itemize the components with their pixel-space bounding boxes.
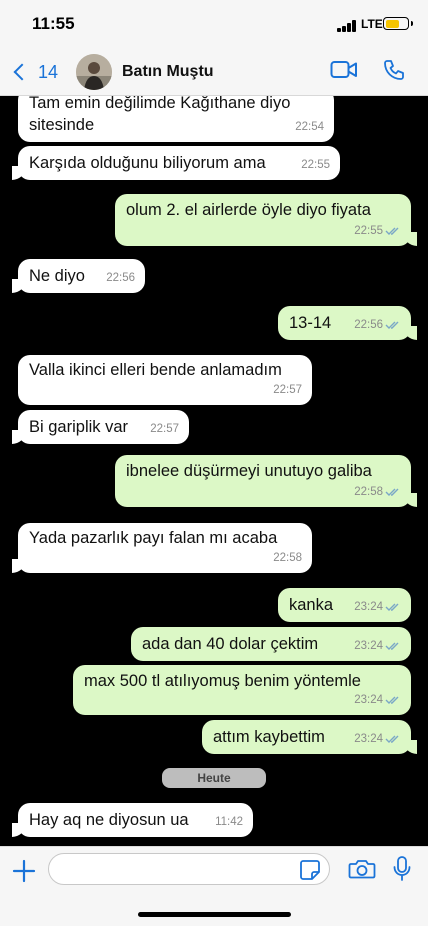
back-button[interactable]: 14 [10, 58, 58, 86]
network-label: LTE [361, 17, 383, 31]
message-time: 22:54 [295, 121, 324, 133]
message-text: Tam emin değilimde Kağıthane diyo sitesi… [29, 94, 291, 134]
status-time: 11:55 [32, 14, 75, 33]
message-time: 22:55 [354, 225, 383, 237]
message-bubble-outgoing[interactable]: kanka 23:24 [278, 588, 411, 622]
home-indicator [138, 912, 291, 917]
contact-name[interactable]: Batın Muştu [122, 63, 214, 81]
battery-icon [383, 17, 413, 30]
read-receipt-icon [385, 642, 399, 650]
message-time: 11:42 [215, 816, 243, 828]
message-bubble-incoming[interactable]: Ne diyo 22:56 [12, 259, 145, 293]
message-bubble-incoming[interactable]: Bi gariplik var 22:57 [12, 410, 189, 444]
read-receipt-icon [385, 227, 399, 235]
message-bubble-outgoing[interactable]: max 500 tl atılıyomuş benim yöntemle 23:… [73, 665, 411, 715]
message-bubble-incoming[interactable]: Yada pazarlık payı falan mı acaba 22:58 [12, 523, 312, 573]
read-receipt-icon [385, 488, 399, 496]
message-text: attım kaybettim [213, 728, 325, 746]
avatar[interactable] [76, 54, 112, 90]
message-bubble-outgoing[interactable]: attım kaybettim 23:24 [202, 720, 417, 754]
message-text: Bi gariplik var [29, 418, 129, 436]
message-time: 23:24 [354, 694, 383, 706]
plus-icon[interactable] [12, 859, 36, 883]
message-text: Ne diyo [29, 267, 85, 285]
message-time: 22:57 [273, 384, 302, 396]
message-time: 23:24 [354, 640, 383, 652]
message-time: 22:56 [354, 319, 383, 331]
message-time: 23:24 [354, 733, 383, 745]
read-receipt-icon [385, 321, 399, 329]
chat-area[interactable]: Tam emin değilimde Kağıthane diyo sitesi… [0, 88, 428, 846]
message-bubble-incoming[interactable]: Valla ikinci elleri bende anlamadım 22:5… [18, 355, 312, 405]
message-bubble-incoming[interactable]: Karşıda olduğunu biliyorum ama 22:55 [12, 146, 340, 180]
message-time: 22:55 [301, 159, 330, 171]
camera-icon[interactable] [348, 857, 376, 881]
message-bubble-incoming[interactable]: Hay aq ne diyosun ua 11:42 [12, 803, 253, 837]
date-divider: Heute [162, 768, 266, 788]
message-text: Hay aq ne diyosun ua [29, 811, 189, 829]
message-text: ibnelee düşürmeyi unutuyo galiba [126, 462, 372, 480]
message-time: 22:58 [354, 486, 383, 498]
message-input[interactable] [48, 853, 330, 885]
message-text: max 500 tl atılıyomuş benim yöntemle [84, 672, 361, 690]
message-bubble-outgoing[interactable]: olum 2. el airlerde öyle diyo fiyata 22:… [115, 194, 417, 246]
microphone-icon[interactable] [392, 855, 412, 883]
read-receipt-icon [385, 735, 399, 743]
read-receipt-icon [385, 603, 399, 611]
sticker-icon[interactable] [299, 859, 321, 881]
unread-count: 14 [38, 61, 59, 82]
message-bubble-outgoing[interactable]: ada dan 40 dolar çektim 23:24 [131, 627, 411, 661]
message-bubble-incoming[interactable]: Tam emin değilimde Kağıthane diyo sitesi… [18, 88, 334, 142]
message-text: ada dan 40 dolar çektim [142, 635, 319, 653]
message-time: 22:56 [106, 272, 135, 284]
video-call-icon[interactable] [330, 58, 358, 82]
message-time: 22:58 [273, 552, 302, 564]
signal-icon [337, 20, 357, 32]
message-time: 23:24 [354, 601, 383, 613]
message-bubble-outgoing[interactable]: ibnelee düşürmeyi unutuyo galiba 22:58 [115, 455, 417, 507]
top-bar: 11:55 LTE 14 Batın Muştu [0, 0, 428, 96]
message-bubble-outgoing[interactable]: 13-14 22:56 [278, 306, 417, 340]
message-text: Yada pazarlık payı falan mı acaba [29, 529, 278, 547]
phone-call-icon[interactable] [382, 58, 406, 82]
chevron-left-icon [13, 63, 31, 81]
message-text: olum 2. el airlerde öyle diyo fiyata [126, 201, 371, 219]
message-time: 22:57 [150, 423, 179, 435]
message-text: Karşıda olduğunu biliyorum ama [29, 154, 266, 172]
message-text: 13-14 [289, 314, 332, 332]
message-text: Valla ikinci elleri bende anlamadım [29, 361, 282, 379]
read-receipt-icon [385, 696, 399, 704]
message-text: kanka [289, 596, 334, 614]
